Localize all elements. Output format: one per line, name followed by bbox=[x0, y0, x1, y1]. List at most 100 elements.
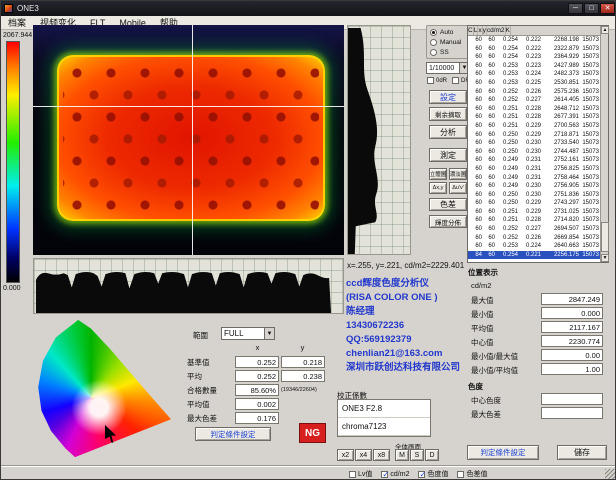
cell-c: 60 bbox=[468, 53, 483, 62]
scroll-up-icon[interactable]: ▲ bbox=[601, 26, 609, 34]
scroll-down-icon[interactable]: ▼ bbox=[601, 254, 609, 262]
cell-cd: 2714.820 bbox=[542, 216, 580, 225]
judge-settings-button-left[interactable]: 判定條件設定 bbox=[195, 427, 271, 441]
table-row[interactable]: 60 60 0.253 0.225 2530.851 15073 bbox=[468, 79, 600, 88]
calibration-line-1[interactable]: ONE3 F2.8 bbox=[338, 400, 430, 418]
table-scrollbar[interactable]: ▲ ▼ bbox=[600, 26, 608, 262]
table-row[interactable]: 60 60 0.250 0.230 2751.836 15073 bbox=[468, 191, 600, 200]
stats-panel: x y 基準值 0.252 0.218 平均 0.252 0.238 合格數量 … bbox=[187, 343, 333, 425]
cell-cd: 2530.851 bbox=[542, 79, 580, 88]
analyze-button[interactable]: 分析 bbox=[429, 125, 467, 139]
table-row[interactable]: 60 60 0.250 0.230 2733.540 15073 bbox=[468, 139, 600, 148]
exposure-mode-radio[interactable]: Auto bbox=[427, 27, 469, 37]
stats-x-value: 0.252 bbox=[235, 356, 279, 368]
cell-k: 15073 bbox=[580, 165, 600, 174]
table-row[interactable]: 60 60 0.252 0.226 2669.854 15073 bbox=[468, 234, 600, 243]
thermal-image[interactable] bbox=[33, 25, 344, 255]
capture-button[interactable]: 剩余摘取 bbox=[429, 107, 467, 121]
checkbox-icon bbox=[457, 471, 464, 478]
cell-c: 60 bbox=[468, 113, 483, 122]
gain-checkbox[interactable]: 0dR bbox=[427, 77, 447, 84]
field-label: 最大值 bbox=[471, 295, 494, 306]
set-button[interactable]: 設定 bbox=[429, 90, 467, 104]
zoom-level-button[interactable]: x2 bbox=[337, 449, 354, 461]
menu-item[interactable]: 档案 bbox=[1, 16, 33, 29]
vertical-profile-shape bbox=[348, 26, 410, 254]
checkbox-label: cd/m2 bbox=[390, 471, 409, 478]
minimize-button[interactable]: ─ bbox=[568, 3, 583, 14]
cell-cd: 2669.854 bbox=[542, 234, 580, 243]
table-row[interactable]: 60 60 0.252 0.227 2614.405 15073 bbox=[468, 96, 600, 105]
table-row[interactable]: 60 60 0.251 0.228 2648.712 15073 bbox=[468, 105, 600, 114]
table-row[interactable]: 60 60 0.251 0.229 2700.563 15073 bbox=[468, 122, 600, 131]
table-row[interactable]: 60 60 0.249 0.231 2758.464 15073 bbox=[468, 174, 600, 183]
zoom-level-button[interactable]: x8 bbox=[373, 449, 390, 461]
table-row[interactable]: 60 60 0.250 0.230 2744.487 15073 bbox=[468, 148, 600, 157]
range-select[interactable]: FULL ▼ bbox=[221, 327, 275, 340]
table-row[interactable]: 60 60 0.249 0.230 2756.905 15073 bbox=[468, 182, 600, 191]
exposure-mode-radio[interactable]: SS bbox=[427, 47, 469, 57]
cell-cd: 2731.025 bbox=[542, 208, 580, 217]
calibration-line-2[interactable]: chroma7123 bbox=[338, 418, 430, 436]
table-row[interactable]: 84 60 0.254 0.221 2256.175 15073 bbox=[468, 251, 600, 260]
display-option-checkbox[interactable]: 色度值 bbox=[418, 469, 448, 479]
zoom-level-button[interactable]: x4 bbox=[355, 449, 372, 461]
shade-button[interactable]: 濃淡圖 bbox=[449, 168, 467, 180]
cell-cd: 2718.871 bbox=[542, 131, 580, 140]
cell-x: 0.252 bbox=[496, 225, 519, 234]
msd-button[interactable]: S bbox=[410, 449, 424, 461]
table-row[interactable]: 60 60 0.251 0.229 2731.025 15073 bbox=[468, 208, 600, 217]
table-row[interactable]: 60 60 0.249 0.231 2752.161 15073 bbox=[468, 156, 600, 165]
resize-grip[interactable] bbox=[605, 469, 616, 480]
table-row[interactable]: 60 60 0.253 0.224 2482.373 15073 bbox=[468, 70, 600, 79]
msd-button[interactable]: D bbox=[425, 449, 439, 461]
stats-y-value: 0.238 bbox=[281, 370, 325, 382]
close-button[interactable]: ✕ bbox=[600, 3, 615, 14]
field-label: 中心色度 bbox=[471, 395, 501, 406]
measure-button[interactable]: 測定 bbox=[429, 148, 467, 162]
radio-label: Auto bbox=[440, 29, 453, 36]
table-row[interactable]: 60 60 0.250 0.229 2743.297 15073 bbox=[468, 199, 600, 208]
table-row[interactable]: 60 60 0.254 0.222 2322.879 15073 bbox=[468, 45, 600, 54]
cell-k: 15073 bbox=[580, 199, 600, 208]
cell-l: 60 bbox=[483, 191, 496, 200]
table-row[interactable]: 60 60 0.250 0.229 2718.871 15073 bbox=[468, 131, 600, 140]
table-row[interactable]: 60 60 0.251 0.228 2677.391 15073 bbox=[468, 113, 600, 122]
table-row[interactable]: 60 60 0.253 0.223 2427.989 15073 bbox=[468, 62, 600, 71]
cie-chromaticity-diagram bbox=[27, 317, 187, 463]
delta-uv-button[interactable]: Δu'v' bbox=[449, 182, 467, 194]
field-label: 最小值 bbox=[471, 309, 494, 320]
table-body: 60 60 0.254 0.222 2268.198 15073 60 60 0… bbox=[468, 36, 600, 259]
cell-y: 0.222 bbox=[519, 45, 542, 54]
maximize-button[interactable]: □ bbox=[584, 3, 599, 14]
table-row[interactable]: 60 60 0.254 0.222 2268.198 15073 bbox=[468, 36, 600, 45]
delta-xy-button[interactable]: Δx,y bbox=[429, 182, 447, 194]
cell-c: 60 bbox=[468, 79, 483, 88]
table-row[interactable]: 60 60 0.252 0.226 2575.236 15073 bbox=[468, 88, 600, 97]
table-row[interactable]: 60 60 0.249 0.231 2756.825 15073 bbox=[468, 165, 600, 174]
luminance-dist-button[interactable]: 輝度分佈 bbox=[429, 215, 467, 228]
table-row[interactable]: 60 60 0.253 0.224 2640.663 15073 bbox=[468, 242, 600, 251]
cell-l: 60 bbox=[483, 122, 496, 131]
table-row[interactable]: 60 60 0.251 0.228 2714.820 15073 bbox=[468, 216, 600, 225]
cell-cd: 2700.563 bbox=[542, 122, 580, 131]
display-option-checkbox[interactable]: Lv值 bbox=[349, 469, 372, 479]
shutter-select[interactable]: 1/10000 ▼ bbox=[426, 62, 470, 74]
exposure-mode-radio[interactable]: Manual bbox=[427, 37, 469, 47]
scrollbar-thumb[interactable] bbox=[601, 222, 609, 252]
view-3d-button[interactable]: 立體圖 bbox=[429, 168, 447, 180]
save-button[interactable]: 儲存 bbox=[557, 445, 607, 460]
table-row[interactable]: 60 60 0.252 0.227 2694.507 15073 bbox=[468, 225, 600, 234]
contact-watermark: ccd辉度色度分析仪(RISA COLOR ONE )陈经理1343067223… bbox=[346, 277, 471, 375]
cell-c: 60 bbox=[468, 216, 483, 225]
color-diff-button[interactable]: 色差 bbox=[429, 198, 467, 211]
display-option-checkbox[interactable]: cd/m2 bbox=[381, 469, 409, 479]
cell-k: 15073 bbox=[580, 191, 600, 200]
checkbox-icon bbox=[452, 77, 459, 84]
cell-cd: 2322.879 bbox=[542, 45, 580, 54]
cell-k: 15073 bbox=[580, 105, 600, 114]
msd-button[interactable]: M bbox=[395, 449, 409, 461]
judge-settings-button-right[interactable]: 判定條件設定 bbox=[467, 445, 539, 460]
display-option-checkbox[interactable]: 色差值 bbox=[457, 469, 487, 479]
table-row[interactable]: 60 60 0.254 0.223 2364.929 15073 bbox=[468, 53, 600, 62]
